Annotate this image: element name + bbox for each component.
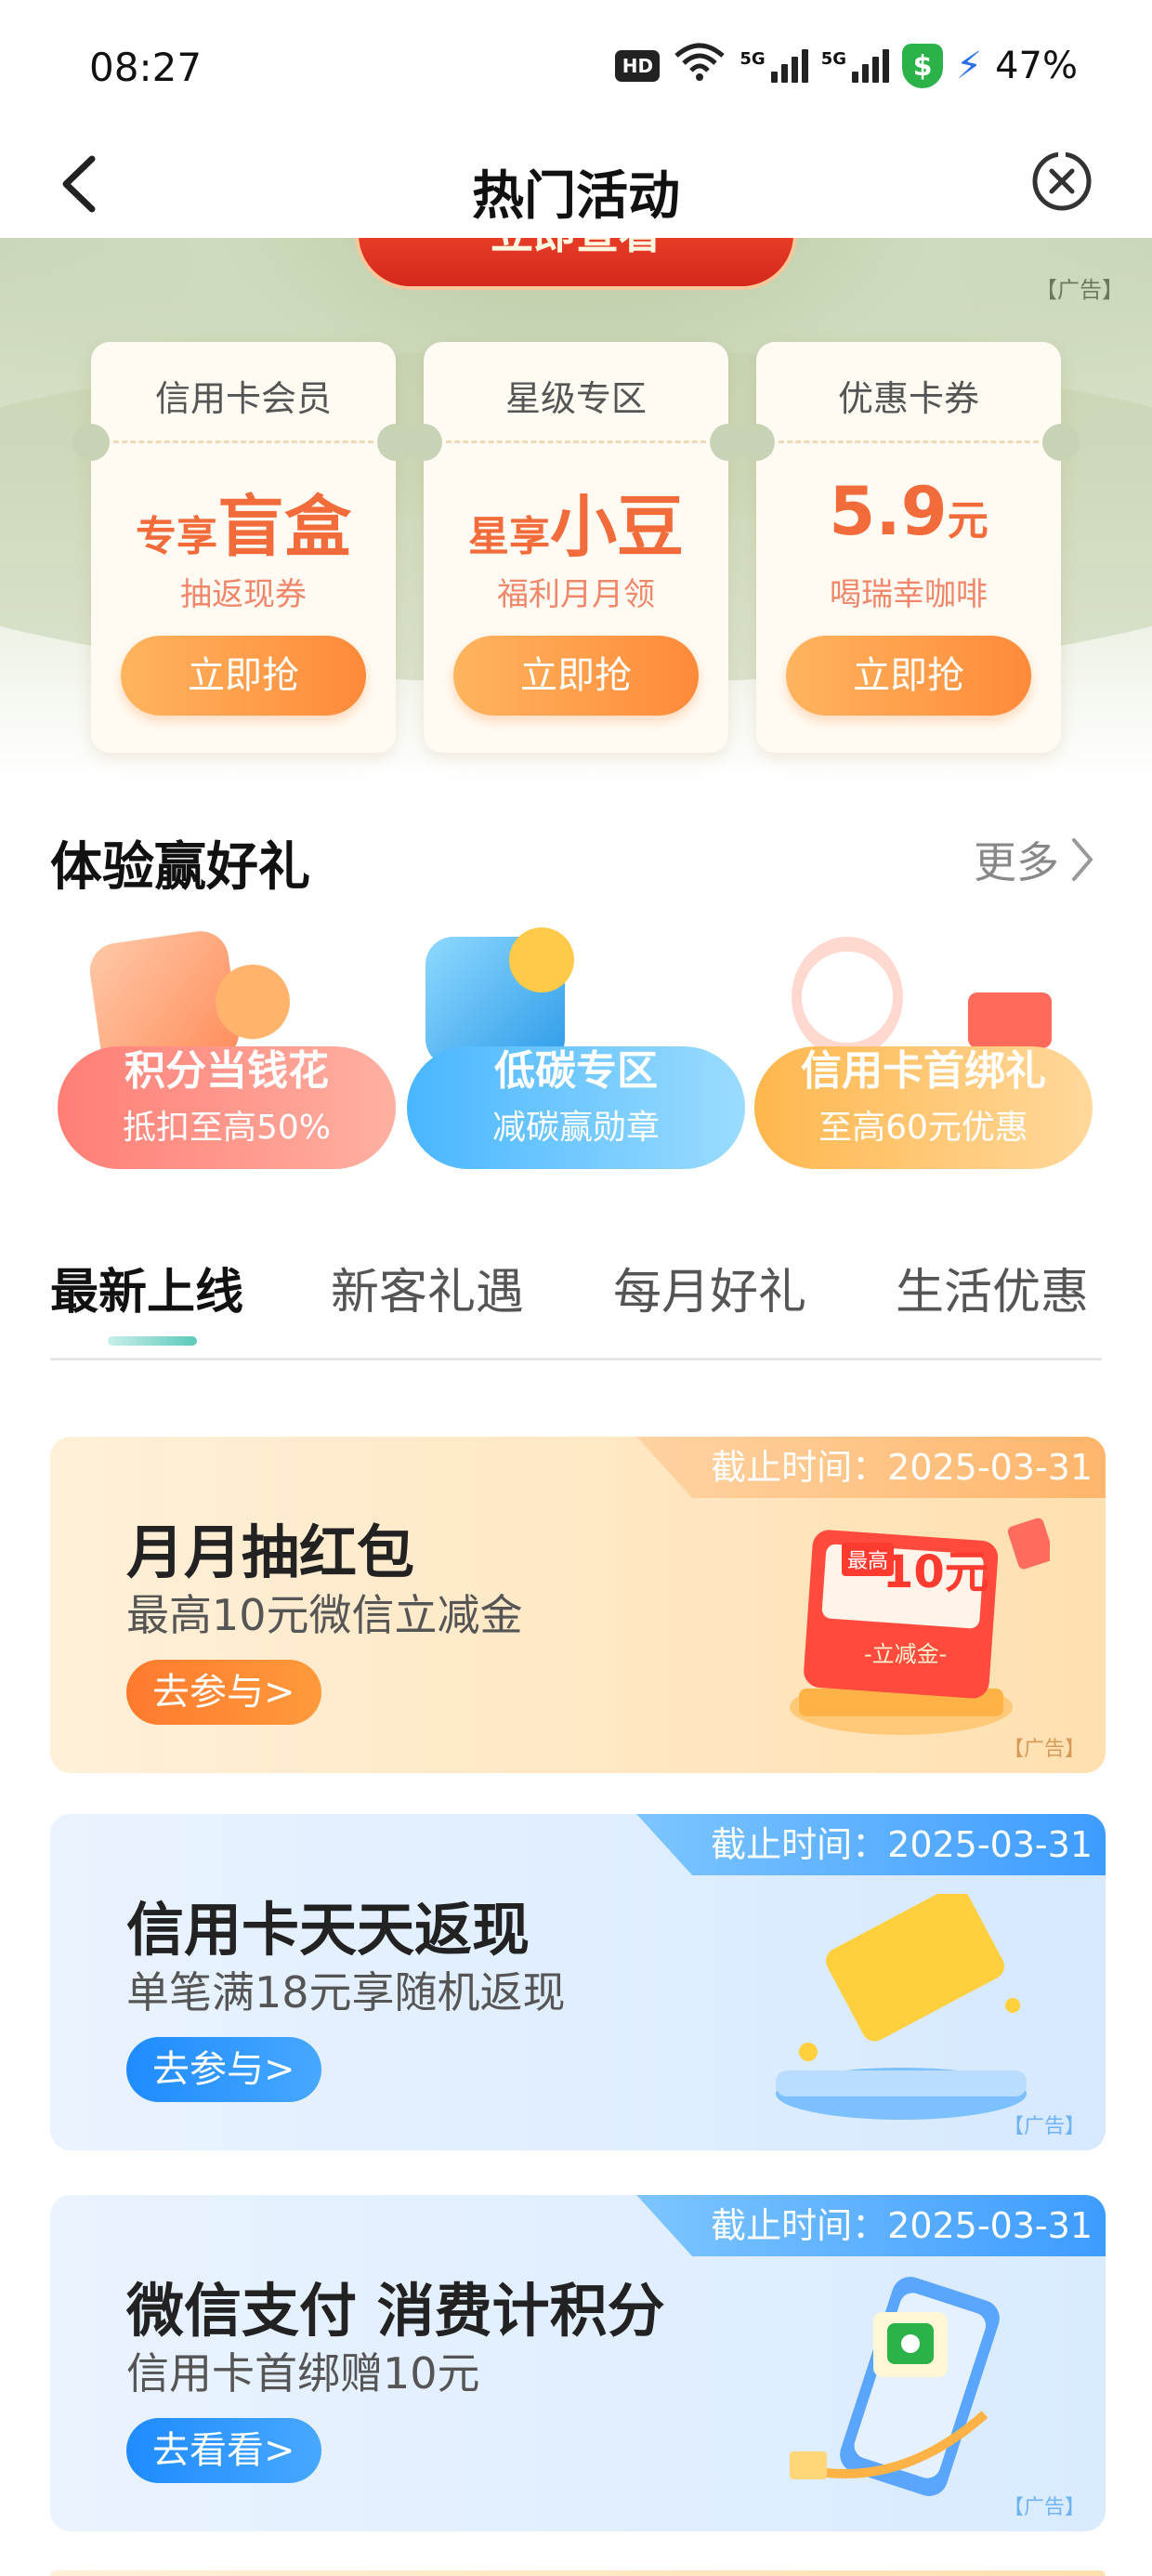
status-bar: 08:27 HD 5G 5G $ ⚡ 47% <box>0 0 1152 130</box>
section-title: 体验赢好礼 <box>50 837 310 898</box>
view-button[interactable]: 去看看> <box>126 2418 321 2483</box>
trumpet-art-icon <box>509 927 574 992</box>
promo-first-bind[interactable]: 信用卡首绑礼 至高60元优惠 <box>754 937 1093 1189</box>
promo-subtitle: 抵扣至高50% <box>122 1109 332 1147</box>
close-circle-icon <box>1032 151 1092 211</box>
close-button[interactable] <box>1020 139 1104 223</box>
coupon-card-headline: 5.9元 <box>829 472 988 550</box>
status-icons: HD 5G 5G $ ⚡ 47% <box>615 41 1078 91</box>
red-packet-art: 最高 10元 -立减金- <box>753 1517 1054 1749</box>
coupon-card-voucher[interactable]: 优惠卡券 5.9元 喝瑞幸咖啡 立即抢 <box>738 342 1080 753</box>
coupon-card-subtitle: 福利月月领 <box>497 576 655 613</box>
gold-card-art <box>753 1886 1050 2126</box>
promo-title: 积分当钱花 <box>124 1047 329 1095</box>
hd-voice-icon: HD <box>615 50 661 82</box>
coupon-card-subtitle: 抽返现券 <box>180 576 307 613</box>
nav-header: 热门活动 <box>0 130 1152 238</box>
grab-now-button[interactable]: 立即抢 <box>453 636 699 716</box>
ad-label: 【广告】 <box>1035 277 1124 303</box>
page-title: 热门活动 <box>472 166 680 227</box>
ad-label: 【广告】 <box>1002 2115 1085 2138</box>
activity-subtitle: 信用卡首绑赠10元 <box>126 2348 480 2399</box>
tab-monthly-gift[interactable]: 每月好礼 <box>613 1253 806 1322</box>
promo-subtitle: 减碳赢勋章 <box>491 1109 660 1147</box>
activity-title: 信用卡天天返现 <box>126 1896 530 1964</box>
ad-label: 【广告】 <box>1002 2496 1085 2519</box>
more-link[interactable]: 更多 <box>974 829 1096 890</box>
battery-percent: 47% <box>995 45 1078 87</box>
status-time: 08:27 <box>89 45 203 90</box>
divider <box>779 440 1039 443</box>
more-label: 更多 <box>974 837 1059 887</box>
coupon-card-title: 信用卡会员 <box>154 378 332 419</box>
activity-card-peek <box>50 2570 1106 2576</box>
signal-5g-icon: 5G <box>740 49 808 83</box>
coupon-card-title: 星级专区 <box>504 378 647 419</box>
chevron-right-icon <box>1072 838 1093 881</box>
wifi-icon <box>673 41 727 91</box>
view-now-button[interactable]: 立即查看 <box>355 238 797 290</box>
activity-card-wechat-pay[interactable]: 截止时间：2025-03-31 微信支付 消费计积分 信用卡首绑赠10元 去看看… <box>50 2195 1106 2531</box>
category-tabs: 最新上线 新客礼遇 每月好礼 生活优惠 <box>50 1245 1102 1360</box>
activity-card-cashback[interactable]: 截止时间：2025-03-31 信用卡天天返现 单笔满18元享随机返现 去参与>… <box>50 1814 1106 2150</box>
deadline-badge: 截止时间：2025-03-31 <box>636 1437 1106 1498</box>
member-banner: 立即查看 【广告】 信用卡会员 专享盲盒 抽返现券 立即抢 星级专区 星享小豆 … <box>0 238 1152 777</box>
coupon-card-headline: 星享小豆 <box>467 488 684 566</box>
tab-new-customer[interactable]: 新客礼遇 <box>331 1253 524 1322</box>
charging-bolt-icon: ⚡ <box>956 45 983 87</box>
tab-active-indicator <box>108 1336 197 1346</box>
deadline-badge: 截止时间：2025-03-31 <box>636 2195 1106 2256</box>
signal-5g-icon-2: 5G <box>821 49 889 83</box>
coupon-card-member[interactable]: 信用卡会员 专享盲盒 抽返现券 立即抢 <box>72 342 414 753</box>
divider <box>446 440 706 443</box>
coin-art-icon <box>216 965 290 1039</box>
join-button[interactable]: 去参与> <box>126 1660 321 1725</box>
promo-title: 信用卡首绑礼 <box>801 1047 1046 1095</box>
promo-subtitle: 至高60元优惠 <box>818 1109 1028 1147</box>
join-button[interactable]: 去参与> <box>126 2037 321 2102</box>
promo-title: 低碳专区 <box>494 1047 658 1095</box>
activity-title: 月月抽红包 <box>126 1518 415 1586</box>
deadline-badge: 截止时间：2025-03-31 <box>636 1814 1106 1875</box>
coupon-card-headline: 专享盲盒 <box>135 488 351 566</box>
divider <box>113 440 373 443</box>
coupon-card-star[interactable]: 星级专区 星享小豆 福利月月领 立即抢 <box>405 342 747 753</box>
grab-now-button[interactable]: 立即抢 <box>121 636 366 716</box>
activity-subtitle: 单笔满18元享随机返现 <box>126 1967 566 2017</box>
promo-low-carbon[interactable]: 低碳专区 减碳赢勋章 <box>407 927 745 1189</box>
phone-art <box>753 2275 1050 2507</box>
ad-label: 【广告】 <box>1002 1738 1085 1761</box>
coupon-card-title: 优惠卡券 <box>837 378 979 419</box>
art-label: -立减金- <box>864 1641 948 1667</box>
activity-title: 微信支付 消费计积分 <box>126 2277 665 2345</box>
tab-life-offers[interactable]: 生活优惠 <box>896 1253 1089 1322</box>
art-amount: 10元 <box>883 1546 989 1598</box>
tab-latest[interactable]: 最新上线 <box>50 1253 243 1322</box>
security-shield-icon: $ <box>902 44 943 88</box>
grab-now-button[interactable]: 立即抢 <box>786 636 1031 716</box>
activity-card-red-packet[interactable]: 截止时间：2025-03-31 月月抽红包 最高10元微信立减金 去参与> 最高… <box>50 1437 1106 1773</box>
promo-points[interactable]: 积分当钱花 抵扣至高50% <box>58 927 396 1189</box>
coupon-card-subtitle: 喝瑞幸咖啡 <box>830 576 988 613</box>
activity-subtitle: 最高10元微信立减金 <box>126 1590 523 1640</box>
